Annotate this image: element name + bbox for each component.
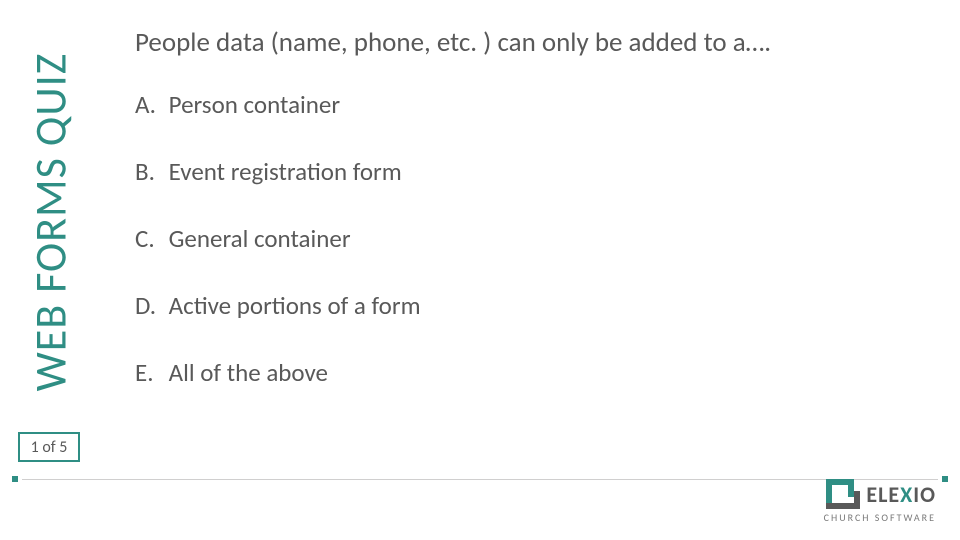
brand-mark-icon — [826, 479, 860, 509]
option-c: C. General container — [135, 223, 940, 254]
option-text: All of the above — [169, 357, 328, 388]
option-text: Person container — [169, 89, 340, 120]
page-indicator-text: 1 of 5 — [31, 438, 68, 457]
divider-endcap-right — [942, 476, 948, 482]
page-indicator: 1 of 5 — [18, 432, 80, 462]
brand-name-part3: IO — [913, 481, 936, 508]
option-letter: C. — [135, 223, 163, 254]
divider-endcap-left — [12, 476, 18, 482]
option-letter: E. — [135, 357, 163, 388]
sidebar-title-container: WEB FORMS QUIZ — [18, 22, 82, 422]
option-letter: D. — [135, 290, 163, 321]
option-text: General container — [169, 223, 351, 254]
divider-line — [22, 479, 938, 480]
brand-logo: ELEXIO CHURCH SOFTWARE — [824, 479, 936, 524]
divider — [0, 478, 960, 480]
brand-name-part1: ELE — [866, 481, 900, 508]
brand-wordmark: ELEXIO — [866, 481, 936, 508]
sidebar-title: WEB FORMS QUIZ — [23, 53, 77, 392]
brand-tagline: CHURCH SOFTWARE — [824, 511, 936, 524]
option-b: B. Event registration form — [135, 156, 940, 187]
option-e: E. All of the above — [135, 357, 940, 388]
option-letter: A. — [135, 89, 163, 120]
brand-logo-row: ELEXIO — [824, 479, 936, 509]
main-content: People data (name, phone, etc. ) can onl… — [135, 26, 940, 424]
question-text: People data (name, phone, etc. ) can onl… — [135, 26, 940, 59]
option-a: A. Person container — [135, 89, 940, 120]
slide: WEB FORMS QUIZ 1 of 5 People data (name,… — [0, 0, 960, 540]
option-text: Event registration form — [169, 156, 402, 187]
option-letter: B. — [135, 156, 163, 187]
options-list: A. Person container B. Event registratio… — [135, 89, 940, 388]
option-text: Active portions of a form — [169, 290, 421, 321]
brand-name-accent: X — [900, 481, 913, 508]
option-d: D. Active portions of a form — [135, 290, 940, 321]
